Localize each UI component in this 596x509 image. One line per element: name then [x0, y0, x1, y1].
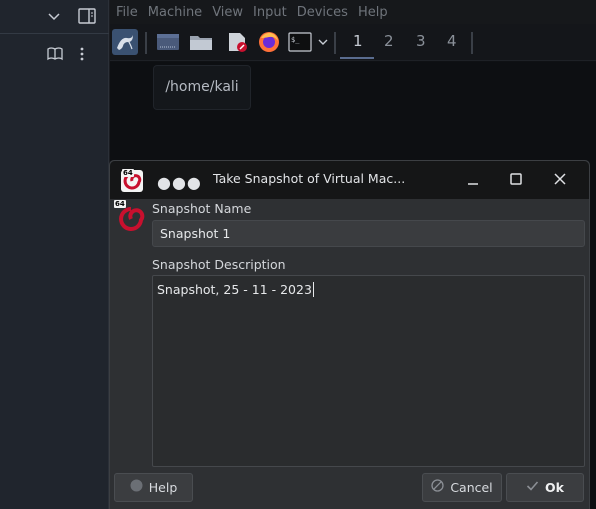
checkmark-icon [526, 479, 539, 496]
snapshot-description-textarea[interactable]: Snapshot, 25 - 11 - 2023 [152, 275, 585, 467]
terminal-dropdown-chevron-icon[interactable] [316, 29, 330, 55]
menu-machine[interactable]: Machine [148, 5, 202, 20]
menu-view[interactable]: View [212, 5, 243, 20]
snapshot-description-label: Snapshot Description [152, 257, 286, 272]
take-snapshot-dialog: 64 ●●● Take Snapshot of Virtual Mac... 6… [109, 160, 590, 509]
more-options-icon[interactable]: ●●● [157, 175, 202, 191]
chevron-down-icon[interactable] [48, 10, 60, 25]
cancel-button-label: Cancel [450, 480, 493, 495]
minimize-icon[interactable] [465, 171, 481, 187]
more-vertical-icon[interactable] [80, 47, 84, 64]
screen: File Machine View Input Devices Help $_ … [0, 0, 596, 509]
cancel-icon [431, 479, 444, 496]
menu-input[interactable]: Input [253, 5, 287, 20]
text-caret [312, 282, 314, 297]
workspace-2[interactable]: 2 [384, 32, 394, 50]
workspace-1[interactable]: 1 [353, 32, 363, 50]
workspace-3[interactable]: 3 [416, 32, 426, 50]
host-side-panel [0, 0, 109, 509]
help-button[interactable]: Help [114, 473, 193, 502]
workspace-4[interactable]: 4 [447, 32, 457, 50]
vm-os-large-icon [116, 204, 146, 234]
firefox-icon[interactable] [257, 29, 281, 55]
terminal-icon[interactable]: $_ [288, 29, 312, 55]
snapshot-description-text: Snapshot, 25 - 11 - 2023 [157, 282, 312, 297]
menu-file[interactable]: File [116, 5, 138, 20]
maximize-icon[interactable] [508, 171, 524, 187]
guest-taskbar: $_ 1 2 3 4 [110, 24, 596, 61]
help-button-label: Help [148, 480, 178, 495]
text-editor-icon[interactable] [225, 29, 249, 55]
dialog-titlebar[interactable]: 64 ●●● Take Snapshot of Virtual Mac... [110, 161, 589, 199]
vm-menubar: File Machine View Input Devices Help [110, 0, 596, 24]
file-manager-icon[interactable] [189, 29, 213, 55]
active-workspace-indicator [340, 57, 374, 59]
host-panel-header [0, 0, 109, 34]
ok-button-label: Ok [545, 480, 564, 495]
taskbar-separator [145, 32, 147, 54]
book-icon[interactable] [47, 47, 63, 64]
path-tooltip: /home/kali [153, 65, 251, 110]
snapshot-name-label: Snapshot Name [152, 201, 252, 216]
dialog-button-bar: Help Cancel Ok [110, 467, 589, 509]
kali-menu-icon[interactable] [112, 29, 138, 55]
ok-button[interactable]: Ok [506, 473, 584, 502]
os-bitness-badge-large: 64 [114, 200, 126, 208]
close-icon[interactable] [552, 171, 568, 187]
menu-devices[interactable]: Devices [297, 5, 348, 20]
dialog-title: Take Snapshot of Virtual Mac... [213, 171, 406, 186]
svg-text:$_: $_ [291, 36, 300, 44]
os-bitness-badge: 64 [122, 169, 134, 177]
help-icon [130, 479, 143, 496]
menu-help[interactable]: Help [358, 5, 388, 20]
taskbar-separator [471, 32, 473, 54]
cancel-button[interactable]: Cancel [422, 473, 502, 502]
taskbar-separator [334, 32, 336, 54]
snapshot-name-input[interactable]: Snapshot 1 [152, 220, 585, 247]
desktop-show-icon[interactable] [156, 29, 180, 55]
sidebar-toggle-icon[interactable] [78, 8, 96, 27]
